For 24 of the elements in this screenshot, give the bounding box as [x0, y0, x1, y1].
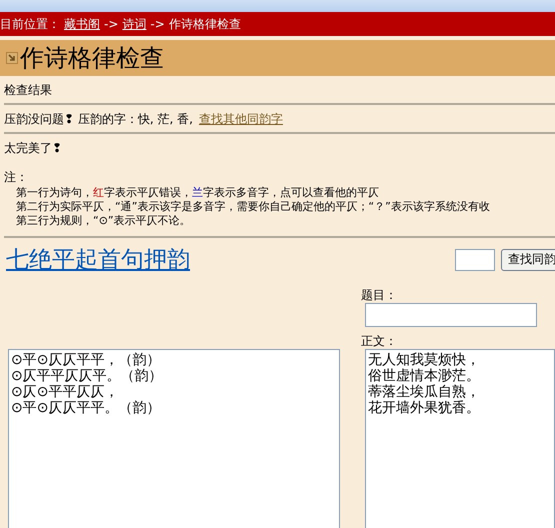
notes-label: 注： — [4, 169, 29, 186]
rhyme-search-link[interactable]: 查找其他同韵字 — [198, 112, 283, 126]
body-label: 正文： — [361, 333, 398, 349]
form-title-link[interactable]: 七绝平起首句押韵 — [6, 244, 190, 275]
title-input[interactable] — [365, 303, 537, 327]
page-title: 作诗格律检查 — [20, 43, 164, 74]
pattern-textarea[interactable]: ⊙平⊙仄仄平平，（韵） ⊙仄平平仄仄平。（韵） ⊙仄⊙平平仄仄， ⊙平⊙仄仄平平。（韵） — [8, 349, 340, 528]
note-line: 第二行为实际平仄，“通”表示该字是多音字，需要你自己确定他的平仄；“？”表示该字系统没有收 — [15, 200, 491, 214]
rhyme-input[interactable] — [455, 248, 495, 270]
breadcrumb-separator: -> — [150, 17, 165, 31]
rhyme-result: 压韵没问题❢ 压韵的字：快, 茫, 香, — [4, 112, 193, 126]
find-rhyme-button[interactable]: 查找同韵 — [501, 248, 555, 270]
section-title: 检查结果 — [4, 82, 53, 99]
breadcrumb-label: 目前位置： — [0, 16, 60, 32]
note-line: 第三行为规则，“⊙”表示平仄不论。 — [15, 214, 192, 228]
verdict-text: 太完美了❢ — [4, 140, 64, 157]
breadcrumb-link[interactable]: 诗词 — [122, 16, 146, 32]
breadcrumb-link[interactable]: 藏书阁 — [64, 16, 100, 32]
breadcrumb-current: 作诗格律检查 — [168, 16, 241, 32]
arrow-icon — [6, 52, 18, 64]
breadcrumb-separator: -> — [104, 17, 118, 31]
note-line: 第一行为诗句，红字表示平仄错误，兰字表示多音字，点可以查看他的平仄 — [15, 186, 380, 200]
poem-textarea[interactable]: 无人知我莫烦快， 俗世虚情本渺茫。 蒂落尘埃瓜自熟， 花开墙外果犹香。 — [365, 349, 555, 528]
title-label: 题目： — [361, 287, 398, 303]
